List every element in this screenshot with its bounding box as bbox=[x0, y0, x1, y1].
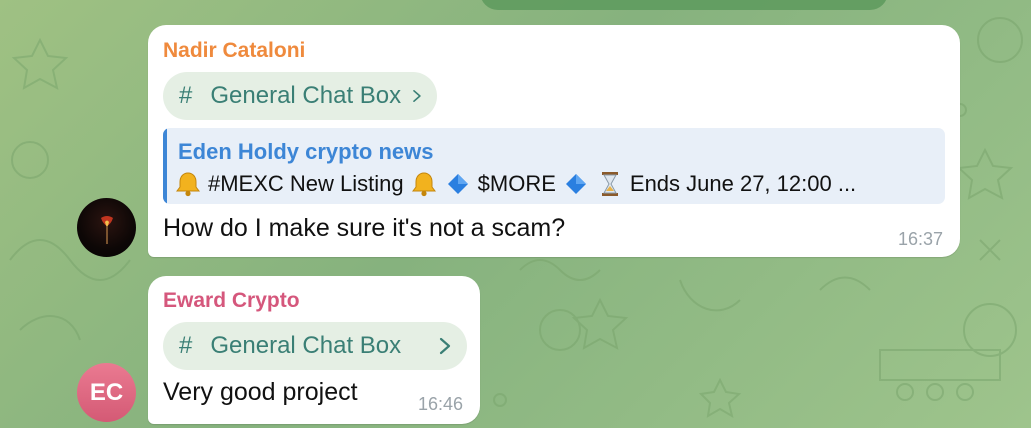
hash-icon: # bbox=[179, 332, 193, 359]
message-time: 16:37 bbox=[897, 229, 943, 249]
reply-part-ticker: $MORE bbox=[477, 171, 556, 196]
blue-diamond-icon bbox=[447, 174, 468, 194]
hourglass-icon bbox=[601, 172, 618, 196]
sender-name[interactable]: Nadir Cataloni bbox=[163, 39, 305, 63]
topic-label: General Chat Box bbox=[210, 332, 402, 359]
chevron-right-icon bbox=[413, 89, 421, 103]
avatar-nadir-cataloni[interactable] bbox=[77, 198, 136, 257]
reply-preview[interactable]: Eden Holdy crypto news #MEXC New Listing… bbox=[163, 128, 945, 204]
message-bubble[interactable]: Nadir Cataloni # General Chat Box Eden H… bbox=[148, 25, 960, 257]
sender-name[interactable]: Eward Crypto bbox=[163, 289, 300, 313]
message-text: How do I make sure it's not a scam? bbox=[163, 214, 566, 242]
message-time: 16:46 bbox=[417, 394, 463, 414]
avatar-eward-crypto[interactable]: EC bbox=[77, 363, 136, 422]
bell-icon bbox=[411, 172, 436, 197]
chevron-right-icon bbox=[439, 337, 451, 355]
topic-chip[interactable]: # General Chat Box bbox=[163, 322, 467, 370]
bell-icon bbox=[176, 172, 200, 197]
message-bubble[interactable]: Eward Crypto # General Chat Box Very goo… bbox=[148, 276, 480, 424]
reply-part-listing: #MEXC New Listing bbox=[208, 171, 404, 196]
reply-part-ends: Ends June 27, 12:00 ... bbox=[629, 171, 857, 196]
message-text: Very good project bbox=[163, 378, 358, 406]
avatar-photo-image bbox=[101, 216, 113, 244]
reply-author: Eden Holdy crypto news bbox=[178, 139, 434, 164]
topic-label: General Chat Box bbox=[210, 82, 402, 109]
hash-icon: # bbox=[179, 82, 193, 109]
topic-chip[interactable]: # General Chat Box bbox=[163, 72, 437, 120]
blue-diamond-icon bbox=[565, 174, 586, 194]
pinned-message-pill[interactable] bbox=[480, 0, 888, 10]
avatar-initials: EC bbox=[89, 378, 124, 406]
reply-text: #MEXC New Listing $MORE Ends June 27, 12… bbox=[174, 170, 934, 198]
reply-accent-bar bbox=[163, 128, 167, 204]
